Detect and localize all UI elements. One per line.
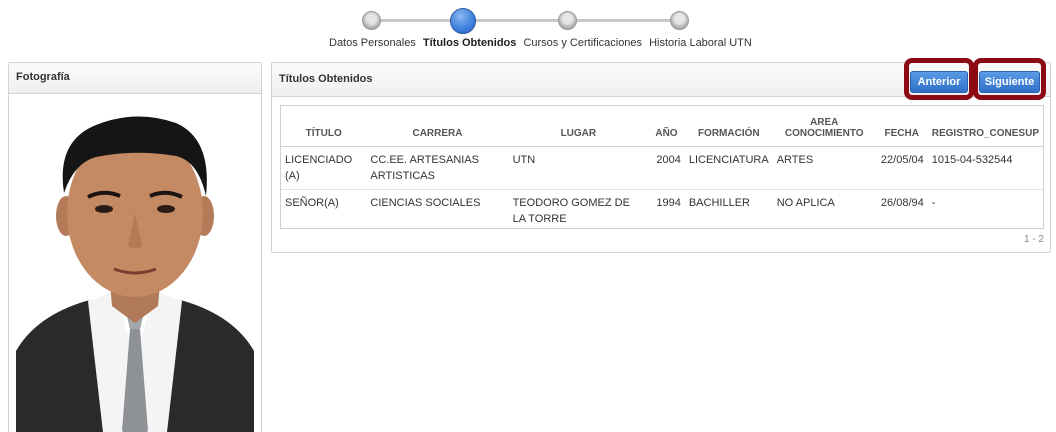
wizard-track bbox=[372, 19, 678, 22]
step-dot-historia-laboral[interactable] bbox=[670, 11, 689, 30]
person-portrait-icon bbox=[16, 101, 254, 432]
col-header-area[interactable]: AREA CONOCIMIENTO bbox=[772, 106, 876, 147]
cell-titulo: SEÑOR(A) bbox=[285, 196, 339, 209]
cell-carrera: CC.EE. ARTESANIAS ARTISTICAS bbox=[366, 146, 509, 190]
cell-ano: 1994 bbox=[656, 196, 681, 209]
cell-formacion: LICENCIATURA bbox=[684, 146, 773, 190]
cell-ano: 2004 bbox=[648, 146, 685, 190]
step-dot-cursos[interactable] bbox=[558, 11, 577, 30]
table-row[interactable]: LICENCIADO (A) CC.EE. ARTESANIAS ARTISTI… bbox=[281, 146, 1043, 190]
cell-carrera: CIENCIAS SOCIALES bbox=[370, 196, 481, 209]
step-label-datos-personales[interactable]: Datos Personales bbox=[329, 37, 416, 49]
step-wizard: Datos Personales Títulos Obtenidos Curso… bbox=[0, 0, 1056, 56]
col-header-ano[interactable]: AÑO bbox=[648, 106, 685, 147]
cell-fecha: 22/05/04 bbox=[875, 146, 928, 190]
cell-area: NO APLICA bbox=[776, 196, 835, 209]
pager-info: 1 - 2 bbox=[1023, 234, 1044, 245]
cell-lugar: TEODORO GOMEZ DE LA TORRE bbox=[512, 196, 630, 225]
table-row[interactable]: SEÑOR(A) CIENCIAS SOCIALES TEODORO GOMEZ… bbox=[281, 189, 1043, 232]
profile-photo bbox=[16, 101, 254, 432]
col-header-titulo[interactable]: TÍTULO bbox=[281, 106, 367, 147]
prev-button[interactable]: Anterior bbox=[910, 71, 968, 93]
col-header-lugar[interactable]: LUGAR bbox=[508, 106, 649, 147]
cell-registro: 1015-04-532544 bbox=[927, 146, 1043, 190]
next-button[interactable]: Siguiente bbox=[979, 71, 1040, 93]
titles-panel: Títulos Obtenidos Anterior Siguiente TÍT… bbox=[271, 58, 1051, 253]
table-header-row: TÍTULO CARRERA LUGAR AÑO FORMACIÓN AREA … bbox=[281, 106, 1043, 147]
wizard-labels: Datos Personales Títulos Obtenidos Curso… bbox=[329, 37, 756, 49]
cell-area: ARTES bbox=[772, 146, 876, 190]
col-header-registro[interactable]: REGISTRO_CONESUP bbox=[927, 106, 1043, 147]
cell-registro: - bbox=[931, 196, 936, 209]
col-header-fecha[interactable]: FECHA bbox=[875, 106, 928, 147]
step-dot-titulos-obtenidos[interactable] bbox=[450, 8, 476, 34]
cell-fecha: 26/08/94 bbox=[880, 196, 924, 209]
step-label-titulos-obtenidos[interactable]: Títulos Obtenidos bbox=[423, 37, 517, 49]
cell-titulo: LICENCIADO (A) bbox=[281, 146, 367, 190]
col-header-formacion[interactable]: FORMACIÓN bbox=[684, 106, 773, 147]
titles-table: TÍTULO CARRERA LUGAR AÑO FORMACIÓN AREA … bbox=[280, 105, 1044, 229]
step-dot-datos-personales[interactable] bbox=[362, 11, 381, 30]
step-label-cursos[interactable]: Cursos y Certificaciones bbox=[523, 37, 642, 49]
col-header-carrera[interactable]: CARRERA bbox=[366, 106, 509, 147]
cell-lugar: UTN bbox=[508, 146, 649, 190]
photo-panel-title: Fotografía bbox=[9, 63, 261, 94]
cell-formacion: BACHILLER bbox=[688, 196, 750, 209]
photo-panel: Fotografía bbox=[8, 62, 262, 432]
step-label-historia-laboral[interactable]: Historia Laboral UTN bbox=[649, 37, 752, 49]
